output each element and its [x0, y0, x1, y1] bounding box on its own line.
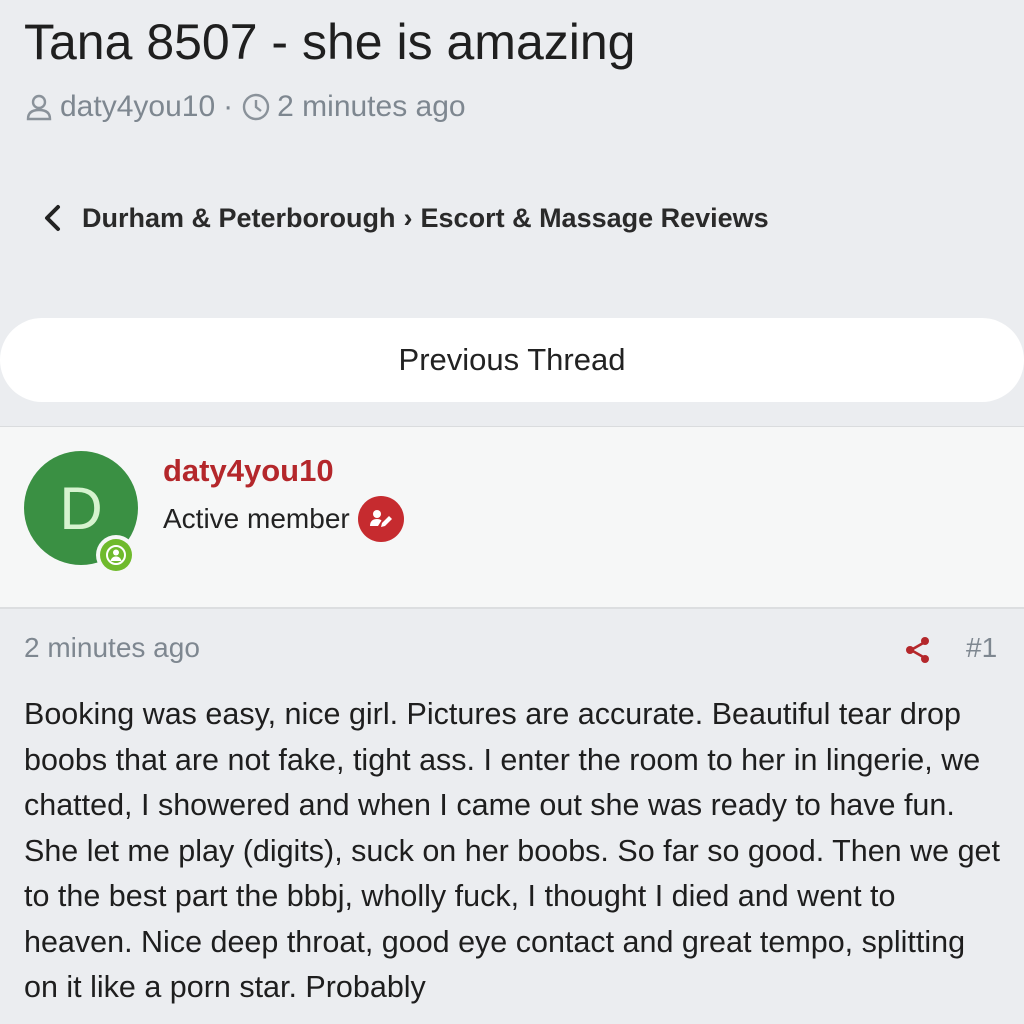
- breadcrumb: Durham & Peterborough › Escort & Massage…: [40, 196, 769, 240]
- member-role-label: Active member: [163, 503, 350, 534]
- share-icon[interactable]: [902, 634, 934, 666]
- thread-title: Tana 8507 - she is amazing: [24, 14, 636, 70]
- post-body: Booking was easy, nice girl. Pictures ar…: [24, 697, 1000, 1004]
- post-author-name[interactable]: daty4you10: [163, 453, 334, 489]
- thread-time[interactable]: 2 minutes ago: [277, 90, 465, 124]
- previous-thread-button[interactable]: Previous Thread: [0, 318, 1024, 402]
- online-status-icon: [96, 535, 136, 575]
- previous-thread-label: Previous Thread: [398, 342, 626, 377]
- breadcrumb-item-current[interactable]: Escort & Massage Reviews: [421, 203, 769, 234]
- breadcrumb-separator: ›: [403, 202, 413, 233]
- post-time[interactable]: 2 minutes ago: [24, 632, 200, 664]
- post-author-panel: D daty4you10 Active member: [0, 426, 1024, 609]
- clock-icon: [241, 92, 271, 122]
- avatar-letter: D: [59, 474, 103, 542]
- post-number[interactable]: #1: [966, 632, 997, 664]
- user-icon: [24, 92, 54, 122]
- breadcrumb-item-parent[interactable]: Durham & Peterborough: [82, 203, 396, 234]
- member-role: Active member: [163, 495, 404, 543]
- member-badge-icon[interactable]: [357, 496, 404, 542]
- meta-separator: ·: [223, 90, 234, 123]
- chevron-left-icon[interactable]: [40, 202, 66, 234]
- thread-author-link[interactable]: daty4you10: [60, 90, 215, 124]
- thread-meta: daty4you10 · 2 minutes ago: [24, 86, 466, 128]
